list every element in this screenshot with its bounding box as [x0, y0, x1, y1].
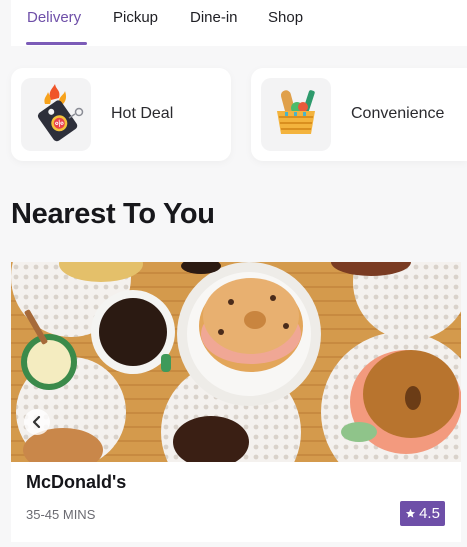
tab-pickup[interactable]: Pickup [113, 9, 158, 26]
grocery-basket-icon [277, 90, 315, 134]
rating-badge: 4.5 [400, 501, 445, 526]
section-title: Nearest To You [11, 198, 215, 230]
tab-shop[interactable]: Shop [268, 9, 303, 26]
category-card-hot-deal[interactable]: % Hot Deal [11, 68, 231, 161]
category-label-hot-deal: Hot Deal [111, 105, 174, 122]
rating-value: 4.5 [419, 505, 440, 522]
chevron-left-icon [32, 415, 41, 429]
tab-delivery[interactable]: Delivery [27, 9, 81, 26]
restaurant-card[interactable]: McDonald's 35-45 MINS 4.5 [11, 262, 461, 542]
hot-deal-tag-icon: % [37, 84, 84, 142]
hot-deal-icon-box: % [21, 78, 91, 151]
restaurant-hero-image [11, 262, 461, 462]
restaurant-name: McDonald's [26, 472, 127, 492]
carousel-prev-button[interactable] [24, 409, 50, 435]
category-label-convenience: Convenience [351, 105, 445, 122]
star-icon [405, 508, 416, 518]
top-tab-bar: Delivery Pickup Dine-in Shop [11, 0, 467, 46]
delivery-time: 35-45 MINS [26, 507, 96, 522]
category-card-convenience[interactable]: Convenience [251, 68, 467, 161]
convenience-icon-box [261, 78, 331, 151]
tab-dine-in[interactable]: Dine-in [190, 9, 238, 26]
active-tab-indicator [26, 42, 87, 45]
